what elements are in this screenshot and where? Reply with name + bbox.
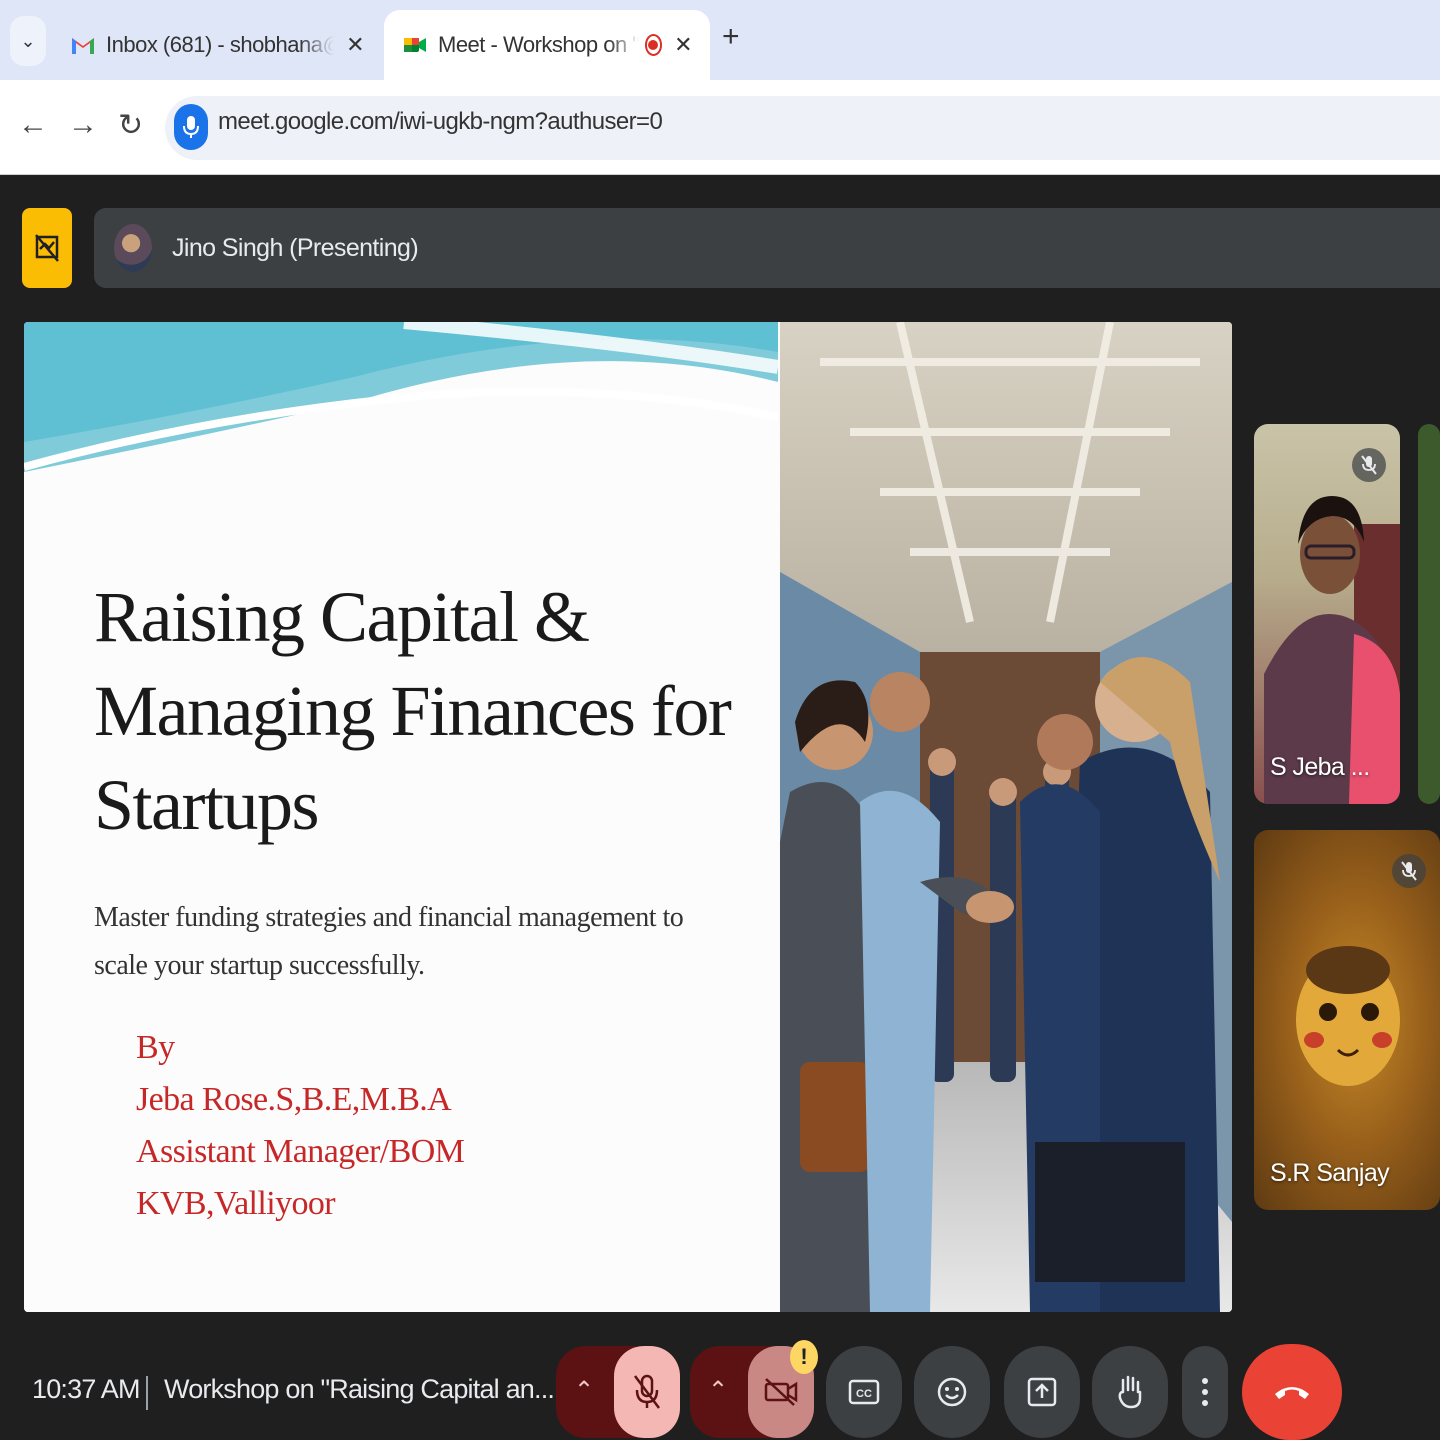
tab-title: Inbox (681) - shobhana@marep xyxy=(106,32,334,57)
slide-wave-decoration xyxy=(24,322,778,472)
avatar xyxy=(114,224,152,272)
svg-text:CC: CC xyxy=(856,1388,872,1400)
slide-author-line: By xyxy=(136,1029,175,1066)
url-text[interactable]: meet.google.com/iwi-ugkb-ngm?authuser=0 xyxy=(218,108,663,136)
captions-button[interactable]: CC xyxy=(826,1346,902,1438)
presenter-name: Jino Singh (Presenting) xyxy=(172,234,419,262)
microphone-control-group: ⌃ xyxy=(556,1346,680,1438)
stop-presenting-icon[interactable] xyxy=(22,208,72,288)
close-icon[interactable]: ✕ xyxy=(674,32,692,58)
slide-title: Raising Capital & Managing Finances for … xyxy=(94,570,734,852)
mic-off-icon xyxy=(1352,448,1386,482)
microphone-icon[interactable] xyxy=(174,104,208,150)
meeting-title[interactable]: Workshop on "Raising Capital an... xyxy=(164,1374,555,1405)
raise-hand-button[interactable] xyxy=(1092,1346,1168,1438)
mic-off-icon xyxy=(1392,854,1426,888)
participant-tile-partial[interactable] xyxy=(1418,424,1440,804)
google-meet-icon xyxy=(404,38,426,52)
slide-photo-business-handshake xyxy=(780,322,1232,1312)
slide-title-line: Managing Finances for xyxy=(94,671,732,751)
more-vert-icon xyxy=(1202,1378,1208,1406)
more-options-button[interactable] xyxy=(1182,1346,1228,1438)
participant-name: S Jeba ... xyxy=(1270,753,1370,781)
close-icon[interactable]: ✕ xyxy=(346,32,364,58)
meeting-clock: 10:37 AM xyxy=(32,1374,140,1404)
slide-author-line: Assistant Manager/BOM xyxy=(136,1133,465,1170)
closed-captions-icon: CC xyxy=(848,1379,880,1405)
shared-slide: Raising Capital & Managing Finances for … xyxy=(24,322,1232,1312)
slide-title-line: Raising Capital & xyxy=(94,577,590,657)
slide-text-panel: Raising Capital & Managing Finances for … xyxy=(24,322,778,1312)
video-options-chevron-icon[interactable]: ⌃ xyxy=(708,1376,728,1405)
audio-options-chevron-icon[interactable]: ⌃ xyxy=(574,1376,594,1405)
recording-icon xyxy=(644,34,663,56)
slide-author-block: By Jeba Rose.S,B.E,M.B.A Assistant Manag… xyxy=(136,1022,465,1230)
forward-arrow-icon[interactable]: → xyxy=(68,108,98,142)
participant-tile[interactable]: S Jeba ... xyxy=(1254,424,1400,804)
leave-call-button[interactable] xyxy=(1242,1344,1342,1440)
slide-title-line: Startups xyxy=(94,765,320,845)
slide-author-line: Jeba Rose.S,B.E,M.B.A xyxy=(136,1081,452,1118)
mic-off-icon xyxy=(634,1374,660,1409)
present-screen-icon xyxy=(1027,1377,1057,1407)
reload-icon[interactable]: ↻ xyxy=(118,108,143,143)
present-now-button[interactable] xyxy=(1004,1346,1080,1438)
new-tab-button[interactable]: + xyxy=(722,20,740,54)
camera-warning-badge[interactable]: ! xyxy=(790,1340,818,1374)
participant-name: S.R Sanjay xyxy=(1270,1159,1390,1187)
reactions-button[interactable] xyxy=(914,1346,990,1438)
slide-subtitle: Master funding strategies and financial … xyxy=(94,902,684,981)
gmail-icon xyxy=(72,38,94,54)
tab-gmail-inbox[interactable]: Inbox (681) - shobhana@marep ✕ xyxy=(52,10,382,80)
participant-video xyxy=(1264,496,1400,804)
hang-up-icon xyxy=(1275,1387,1309,1399)
tab-google-meet[interactable]: Meet - Workshop on "Raising ✕ xyxy=(384,10,710,80)
slide-author-line: KVB,Valliyoor xyxy=(136,1185,336,1222)
mic-toggle-button[interactable] xyxy=(614,1346,680,1438)
tab-search-button[interactable]: ⌄ xyxy=(10,16,46,66)
divider xyxy=(146,1376,148,1410)
tab-title: Meet - Workshop on "Raising xyxy=(438,32,639,57)
chevron-down-icon: ⌄ xyxy=(20,30,36,51)
participant-tile[interactable]: S.R Sanjay xyxy=(1254,830,1440,1210)
emoji-icon xyxy=(937,1377,967,1407)
back-arrow-icon[interactable]: ← xyxy=(18,108,48,142)
camera-off-icon xyxy=(764,1378,798,1406)
raise-hand-icon xyxy=(1118,1375,1142,1409)
